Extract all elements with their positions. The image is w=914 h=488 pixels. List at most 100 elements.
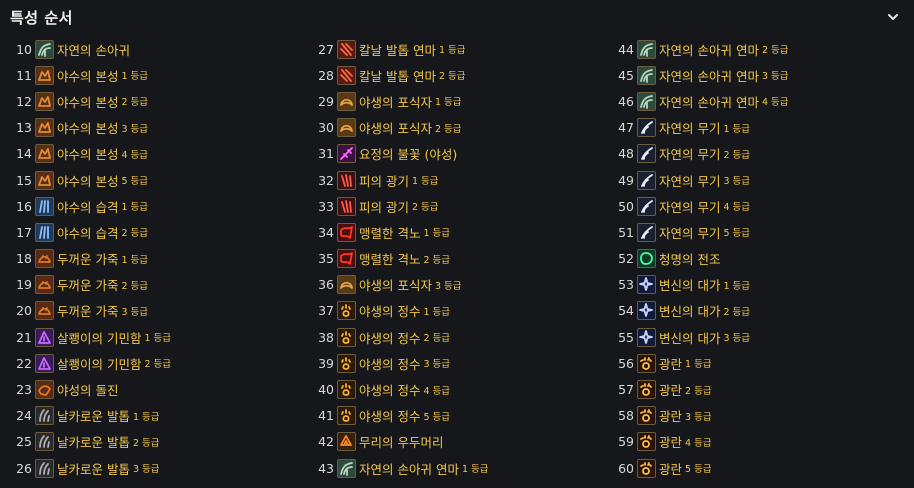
talent-name[interactable]: 날카로운 발톱 [57, 406, 130, 425]
talent-name[interactable]: 야수의 습격 [57, 197, 118, 216]
talent-row[interactable]: 56 광란 1 등급 [602, 350, 902, 376]
talent-row[interactable]: 47 자연의 무기 1 등급 [602, 115, 902, 141]
talent-name[interactable]: 야수의 본성 [57, 171, 118, 190]
talent-row[interactable]: 45 자연의 손아귀 연마 3 등급 [602, 62, 902, 88]
talent-name[interactable]: 청명의 전조 [659, 249, 720, 268]
talent-name[interactable]: 무리의 우두머리 [359, 432, 443, 451]
talent-name[interactable]: 광란 [659, 432, 682, 451]
talent-row[interactable]: 48 자연의 무기 2 등급 [602, 141, 902, 167]
talent-name[interactable]: 자연의 손아귀 연마 [659, 40, 759, 59]
talent-row[interactable]: 11 야수의 본성 1 등급 [0, 62, 300, 88]
talent-name[interactable]: 날카로운 발톱 [57, 432, 130, 451]
talent-row[interactable]: 23 야성의 돌진 [0, 376, 300, 402]
talent-name[interactable]: 칼날 발톱 연마 [359, 66, 436, 85]
talent-row[interactable]: 13 야수의 본성 3 등급 [0, 115, 300, 141]
talent-name[interactable]: 광란 [659, 354, 682, 373]
talent-name[interactable]: 광란 [659, 406, 682, 425]
talent-row[interactable]: 60 광란 5 등급 [602, 455, 902, 481]
talent-name[interactable]: 야수의 본성 [57, 144, 118, 163]
talent-name[interactable]: 자연의 무기 [659, 223, 720, 242]
talent-name[interactable]: 자연의 손아귀 [57, 40, 130, 59]
talent-row[interactable]: 53 변신의 대가 1 등급 [602, 272, 902, 298]
talent-name[interactable]: 야성의 돌진 [57, 380, 118, 399]
talent-name[interactable]: 자연의 손아귀 연마 [659, 66, 759, 85]
talent-name[interactable]: 자연의 손아귀 연마 [359, 459, 459, 478]
talent-name[interactable]: 야수의 본성 [57, 118, 118, 137]
talent-name[interactable]: 자연의 무기 [659, 171, 720, 190]
talent-name[interactable]: 야생의 포식자 [359, 275, 432, 294]
talent-row[interactable]: 59 광란 4 등급 [602, 429, 902, 455]
talent-row[interactable]: 33 피의 광기 2 등급 [302, 193, 602, 219]
talent-row[interactable]: 30 야생의 포식자 2 등급 [302, 115, 602, 141]
talent-name[interactable]: 살쾡이의 기민함 [57, 354, 141, 373]
talent-row[interactable]: 31 요정의 불꽃 (야성) [302, 141, 602, 167]
talent-row[interactable]: 38 야생의 정수 2 등급 [302, 324, 602, 350]
talent-name[interactable]: 야생의 포식자 [359, 92, 432, 111]
talent-name[interactable]: 맹렬한 격노 [359, 249, 420, 268]
talent-row[interactable]: 55 변신의 대가 3 등급 [602, 324, 902, 350]
talent-name[interactable]: 요정의 불꽃 (야성) [359, 144, 457, 163]
talent-name[interactable]: 야수의 습격 [57, 223, 118, 242]
talent-name[interactable]: 맹렬한 격노 [359, 223, 420, 242]
talent-name[interactable]: 피의 광기 [359, 171, 409, 190]
talent-name[interactable]: 변신의 대가 [659, 328, 720, 347]
talent-row[interactable]: 12 야수의 본성 2 등급 [0, 88, 300, 114]
talent-row[interactable]: 36 야생의 포식자 3 등급 [302, 272, 602, 298]
talent-name[interactable]: 두꺼운 가죽 [57, 249, 118, 268]
talent-name[interactable]: 변신의 대가 [659, 301, 720, 320]
talent-name[interactable]: 광란 [659, 380, 682, 399]
talent-name[interactable]: 날카로운 발톱 [57, 459, 130, 478]
talent-row[interactable]: 24 날카로운 발톱 1 등급 [0, 403, 300, 429]
chevron-down-icon[interactable] [885, 9, 901, 25]
talent-row[interactable]: 21 살쾡이의 기민함 1 등급 [0, 324, 300, 350]
talent-name[interactable]: 광란 [659, 459, 682, 478]
talent-name[interactable]: 야생의 정수 [359, 354, 420, 373]
talent-row[interactable]: 29 야생의 포식자 1 등급 [302, 88, 602, 114]
talent-name[interactable]: 야생의 포식자 [359, 118, 432, 137]
talent-row[interactable]: 27 칼날 발톱 연마 1 등급 [302, 36, 602, 62]
talent-name[interactable]: 야생의 정수 [359, 406, 420, 425]
talent-name[interactable]: 자연의 무기 [659, 197, 720, 216]
talent-row[interactable]: 51 자연의 무기 5 등급 [602, 219, 902, 245]
talent-row[interactable]: 18 두꺼운 가죽 1 등급 [0, 246, 300, 272]
talent-row[interactable]: 58 광란 3 등급 [602, 403, 902, 429]
talent-row[interactable]: 54 변신의 대가 2 등급 [602, 298, 902, 324]
talent-row[interactable]: 15 야수의 본성 5 등급 [0, 167, 300, 193]
talent-row[interactable]: 42 무리의 우두머리 [302, 429, 602, 455]
talent-row[interactable]: 50 자연의 무기 4 등급 [602, 193, 902, 219]
talent-row[interactable]: 34 맹렬한 격노 1 등급 [302, 219, 602, 245]
talent-row[interactable]: 17 야수의 습격 2 등급 [0, 219, 300, 245]
talent-row[interactable]: 52 청명의 전조 [602, 246, 902, 272]
talent-row[interactable]: 20 두꺼운 가죽 3 등급 [0, 298, 300, 324]
talent-name[interactable]: 살쾡이의 기민함 [57, 328, 141, 347]
talent-name[interactable]: 변신의 대가 [659, 275, 720, 294]
talent-name[interactable]: 야수의 본성 [57, 66, 118, 85]
talent-order-header[interactable]: 특성 순서 [0, 0, 914, 34]
talent-name[interactable]: 야생의 정수 [359, 301, 420, 320]
talent-name[interactable]: 칼날 발톱 연마 [359, 40, 436, 59]
talent-row[interactable]: 14 야수의 본성 4 등급 [0, 141, 300, 167]
talent-row[interactable]: 43 자연의 손아귀 연마 1 등급 [302, 455, 602, 481]
talent-row[interactable]: 22 살쾡이의 기민함 2 등급 [0, 350, 300, 376]
talent-row[interactable]: 39 야생의 정수 3 등급 [302, 350, 602, 376]
talent-name[interactable]: 야생의 정수 [359, 328, 420, 347]
talent-row[interactable]: 44 자연의 손아귀 연마 2 등급 [602, 36, 902, 62]
talent-row[interactable]: 41 야생의 정수 5 등급 [302, 403, 602, 429]
talent-row[interactable]: 35 맹렬한 격노 2 등급 [302, 246, 602, 272]
talent-name[interactable]: 자연의 손아귀 연마 [659, 92, 759, 111]
talent-name[interactable]: 야생의 정수 [359, 380, 420, 399]
talent-row[interactable]: 28 칼날 발톱 연마 2 등급 [302, 62, 602, 88]
talent-name[interactable]: 피의 광기 [359, 197, 409, 216]
talent-row[interactable]: 37 야생의 정수 1 등급 [302, 298, 602, 324]
talent-row[interactable]: 49 자연의 무기 3 등급 [602, 167, 902, 193]
talent-name[interactable]: 두꺼운 가죽 [57, 275, 118, 294]
talent-row[interactable]: 40 야생의 정수 4 등급 [302, 376, 602, 402]
talent-row[interactable]: 25 날카로운 발톱 2 등급 [0, 429, 300, 455]
talent-row[interactable]: 19 두꺼운 가죽 2 등급 [0, 272, 300, 298]
talent-row[interactable]: 16 야수의 습격 1 등급 [0, 193, 300, 219]
talent-row[interactable]: 10 자연의 손아귀 [0, 36, 300, 62]
talent-name[interactable]: 야수의 본성 [57, 92, 118, 111]
talent-name[interactable]: 자연의 무기 [659, 118, 720, 137]
talent-name[interactable]: 자연의 무기 [659, 144, 720, 163]
talent-name[interactable]: 두꺼운 가죽 [57, 301, 118, 320]
